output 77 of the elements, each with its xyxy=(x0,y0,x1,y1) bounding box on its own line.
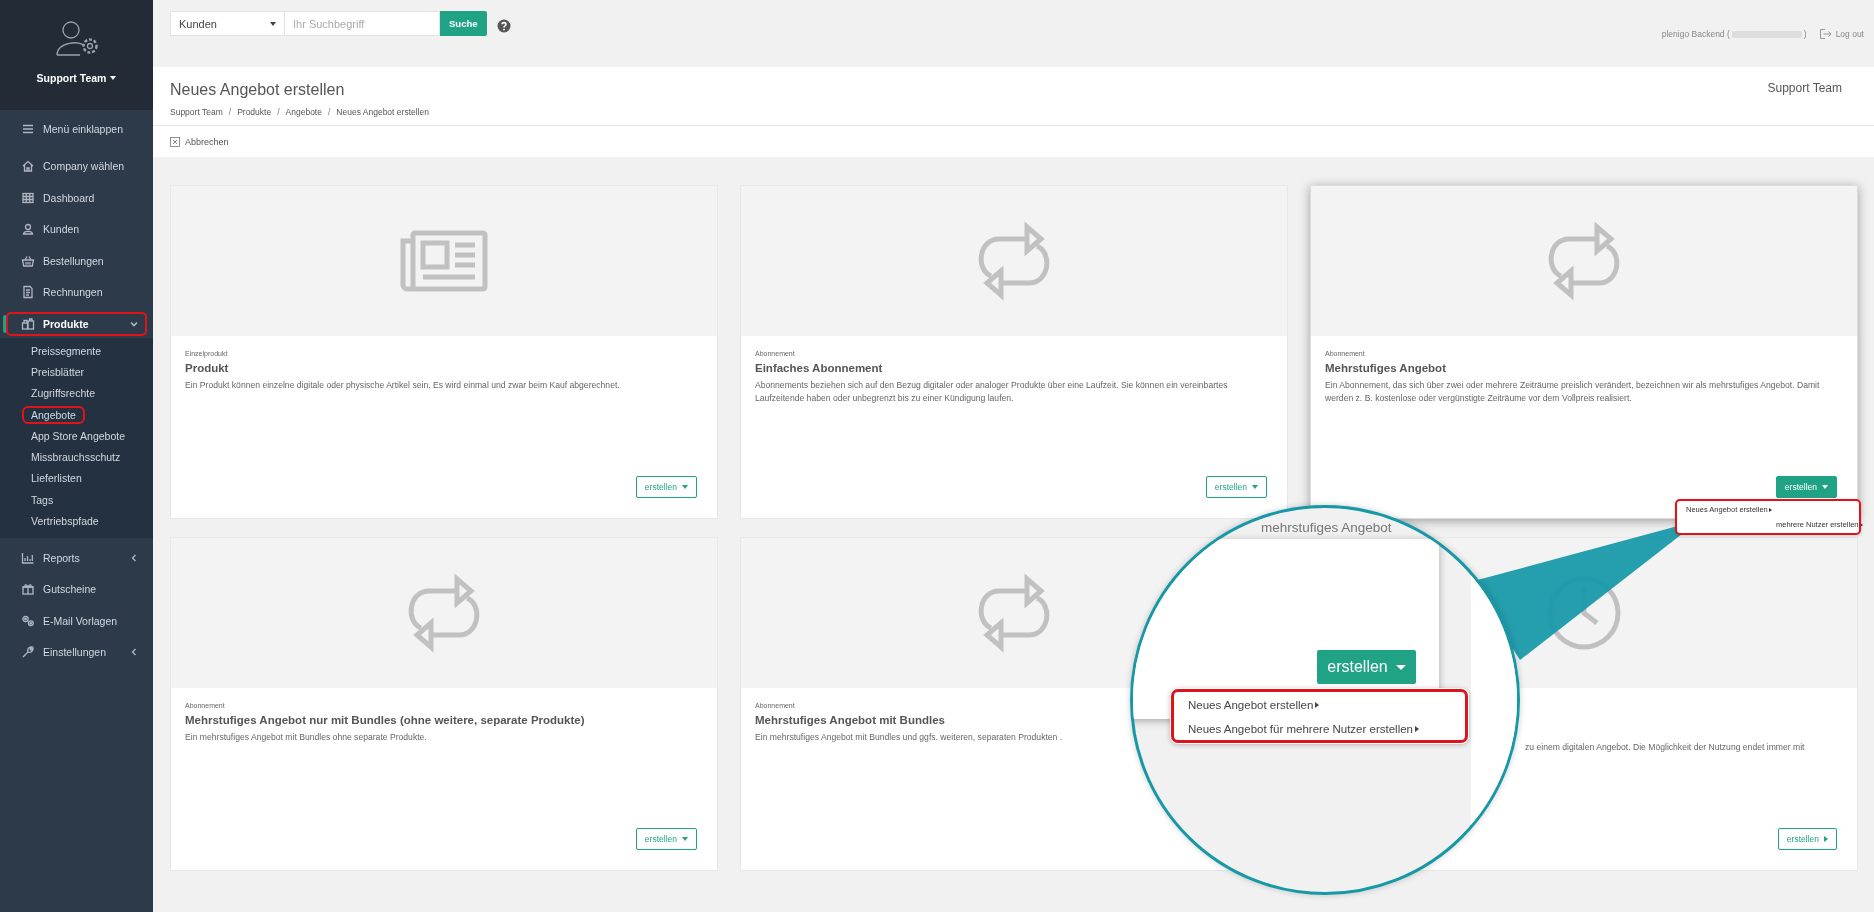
sidebar-item[interactable]: Dashboard xyxy=(6,185,147,210)
card-description: Ein Abonnement, das sich über zwei oder mehrere Zeiträume preislich verändert, bezeichnen wir als mehrstufiges Angebot. Damit werden z. B. kostenlose oder vergünstigte Zeiträume vor dem Vollpreis realisiert. xyxy=(1325,379,1821,406)
breadcrumb-link[interactable]: Support Team xyxy=(170,107,223,117)
sidebar-item[interactable]: Reports xyxy=(6,545,147,570)
caret-icon xyxy=(270,21,276,26)
document-icon xyxy=(21,285,35,300)
card-description: Ein mehrstufiges Angebot mit Bundles ohne separate Produkte. xyxy=(185,731,427,744)
close-icon xyxy=(170,136,180,147)
breadcrumb-link[interactable]: Angebote xyxy=(285,107,322,117)
submenu-item[interactable]: Angebote xyxy=(22,405,85,424)
submenu-item[interactable]: Tags xyxy=(22,490,63,509)
team-dropdown[interactable]: Support Team xyxy=(36,72,117,84)
sidebar-item[interactable]: Bestellungen xyxy=(6,248,147,273)
menu-icon xyxy=(21,122,35,136)
collapse-menu-item[interactable]: Menü einklappen xyxy=(6,117,147,141)
breadcrumb-separator: / xyxy=(277,107,280,117)
basket-icon xyxy=(21,253,35,268)
card-description: mehrstufiges Angebot xyxy=(1261,520,1392,535)
sidebar-item[interactable]: Produkte xyxy=(6,311,147,336)
card-title: Einfaches Abonnement xyxy=(755,362,883,374)
search-field[interactable]: Ihr Suchbegriff xyxy=(285,11,440,36)
card-title: Mehrstufiges Angebot mit Bundles xyxy=(755,714,945,726)
bar-chart-icon xyxy=(21,550,35,565)
table-icon xyxy=(21,190,35,205)
menu-item[interactable]: Neues Angebot für mehrere Nutzer erstellen xyxy=(1188,717,1469,741)
gears-icon xyxy=(21,613,35,628)
submenu-item[interactable]: Vertriebspfade xyxy=(22,512,108,530)
card-description: Ein mehrstufiges Angebot mit Bundles und ggfs. weiteren, separaten Produkten . xyxy=(755,731,1063,744)
card-description: Abonnements beziehen sich auf den Bezug digitaler oder analoger Produkte über eine Laufzeit. Sie können ein vereinbartes Laufzeitende haben oder unbegrenzt bis zu einer Kündigung laufen. xyxy=(755,379,1229,406)
sidebar-item[interactable]: E-Mail Vorlagen xyxy=(6,608,147,633)
cancel-link[interactable]: Abbrechen xyxy=(170,136,229,147)
submenu-item[interactable]: Preissegmente xyxy=(22,341,111,360)
caret-icon xyxy=(1415,726,1419,732)
page-title: Neues Angebot erstellen xyxy=(170,81,346,99)
gift-icon xyxy=(21,582,35,597)
company-name: Support Team xyxy=(1767,81,1842,97)
card-description: Ein Produkt können einzelne digitale oder physische Artikel sein. Es wird einmal und zwar beim Kauf abgerechnet. xyxy=(185,379,620,392)
user-label: plenigo Backend ( xyxy=(1661,29,1730,39)
sidebar-item[interactable]: Kunden xyxy=(6,217,147,242)
caret-icon xyxy=(1824,836,1828,842)
breadcrumb-link[interactable]: Neues Angebot erstellen xyxy=(336,107,429,117)
home-icon xyxy=(21,159,35,173)
submenu-item[interactable]: Preisblätter xyxy=(22,362,94,381)
search-scope-select[interactable]: Kunden xyxy=(170,11,285,36)
card-title: Mehrstufiges Angebot nur mit Bundles (ohne weitere, separate Produkte) xyxy=(185,714,585,726)
card-description: zu einem digitalen Angebot. Die Möglichkeit der Nutzung endet immer mit xyxy=(1525,741,1805,754)
menu-item[interactable]: Neues Angebot erstellen xyxy=(1188,693,1469,717)
wrench-icon xyxy=(21,645,35,660)
caret-icon xyxy=(1768,507,1772,512)
submenu-item[interactable]: Missbrauchsschutz xyxy=(22,448,130,467)
caret-icon xyxy=(110,76,117,80)
submenu-item[interactable]: Lieferlisten xyxy=(22,469,91,488)
caret-icon xyxy=(1315,702,1320,708)
submenu-item[interactable]: Zugriffsrechte xyxy=(22,384,104,403)
sidebar-item[interactable]: Rechnungen xyxy=(6,280,147,305)
sidebar-item[interactable]: Gutscheine xyxy=(6,577,147,602)
caret-icon xyxy=(682,837,688,841)
sidebar-item[interactable]: Einstellungen xyxy=(6,640,147,665)
caret-icon xyxy=(1822,485,1828,489)
user-settings-icon xyxy=(53,18,100,58)
breadcrumb-separator: / xyxy=(327,107,331,117)
user-label: ) xyxy=(1803,29,1807,39)
card-title: Mehrstufiges Angebot xyxy=(1325,362,1446,374)
caret-icon xyxy=(1395,664,1406,670)
menu-label: Menü einklappen xyxy=(43,123,123,135)
breadcrumb-link[interactable]: Produkte xyxy=(237,107,272,117)
help-icon xyxy=(496,18,511,33)
caret-icon xyxy=(682,485,688,489)
sidebar-item[interactable]: Company wählen xyxy=(6,154,147,178)
boxes-icon xyxy=(21,316,35,331)
newspaper-icon xyxy=(399,229,489,293)
caret-icon xyxy=(1252,485,1258,489)
breadcrumb-separator: / xyxy=(228,107,232,117)
user-icon xyxy=(21,222,35,237)
logout-icon xyxy=(1818,28,1832,40)
card-title: Produkt xyxy=(185,362,229,374)
submenu-item[interactable]: App Store Angebote xyxy=(22,426,134,445)
